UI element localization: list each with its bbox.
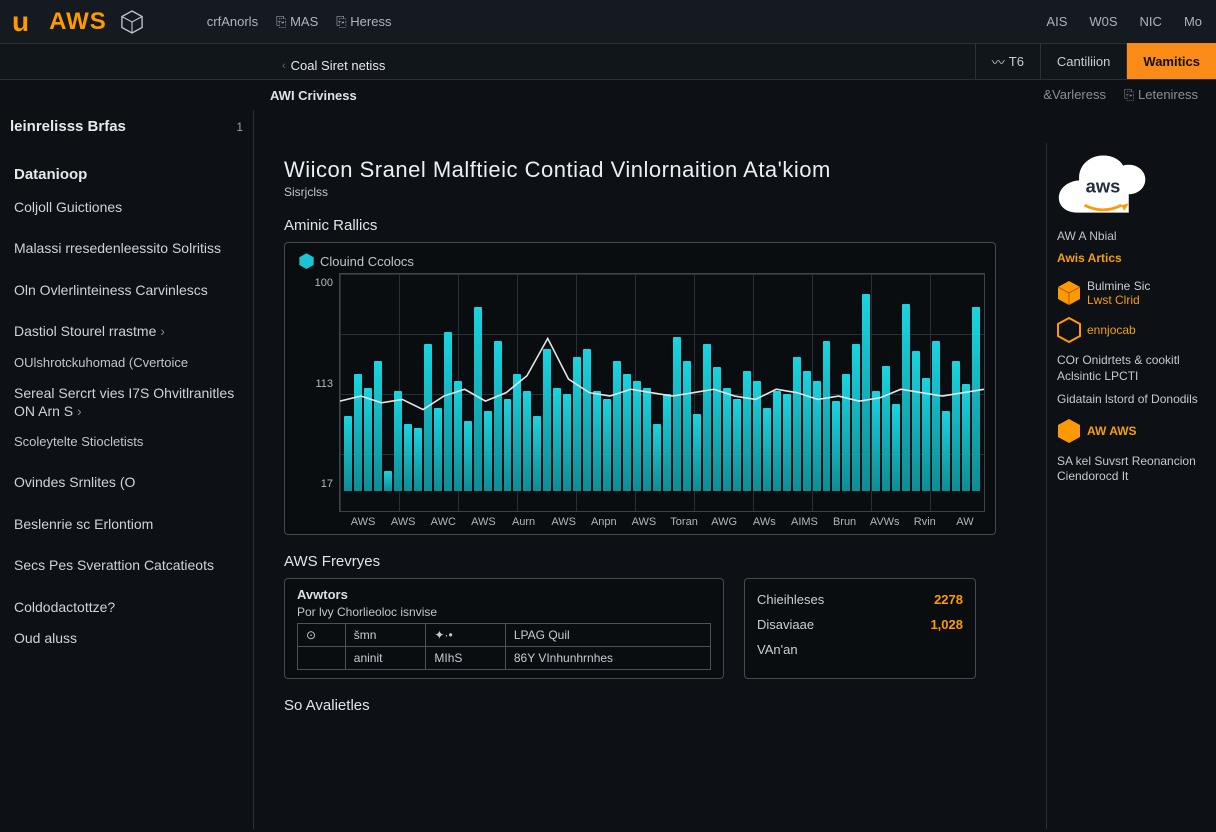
rail-text: COr Onidrtets & cookitl Aclsintic LPCTI (1057, 353, 1206, 384)
tab-trend[interactable]: 〰 T6 (975, 43, 1040, 79)
right-rail: aws AW A Nbial Awis Artics Bulmine SicLw… (1046, 143, 1216, 829)
header-bar: u AWS crfAnorls ⎘ MAS ⎘ Heress AIS W0S N… (0, 0, 1216, 44)
tab-bar: ‹ Coal Siret netiss 〰 T6 Cantiliion Wami… (0, 44, 1216, 80)
topnav-item[interactable]: crfAnorls (207, 14, 258, 30)
card-avwtors: Avwtors Por lvy Chorlieoloc isnvise ⊙šmn… (284, 578, 724, 679)
rail-service-item[interactable]: AW AWS (1057, 418, 1206, 444)
svg-text:aws: aws (1086, 175, 1121, 196)
page-title: Wiicon Sranel Malftieic Contiad Vinlorna… (284, 157, 1034, 183)
topnav-item[interactable]: ⎘ Heress (336, 14, 391, 30)
util-row: AWI Criviness &Varleress ⎘ Leteniress (0, 80, 1216, 110)
kv-row: Chieihleses2278 (757, 587, 963, 612)
sidebar-item[interactable]: Malassi rresedenleessito Solritiss (10, 233, 245, 265)
hex-icon (121, 10, 143, 34)
util-link[interactable]: ⎘ Leteniress (1124, 87, 1198, 103)
aws-cloud-icon: aws (1057, 155, 1149, 215)
rail-service-item[interactable]: Bulmine SicLwst Clrid (1057, 279, 1206, 307)
chart-xaxis: AWSAWSAWCAWSAurnAWSAnpnAWSToranAWGAWsAIM… (299, 516, 985, 528)
sidebar-item[interactable]: Secs Pes Sverattion Catcatieots (10, 550, 245, 582)
brand-u-logo: u (6, 6, 35, 38)
rail-link[interactable]: AW A Nbial (1057, 225, 1206, 247)
trend-icon: 〰 (992, 52, 1005, 71)
topnav-right-item[interactable]: Mo (1184, 14, 1202, 29)
tab-wamitics[interactable]: Wamitics (1126, 43, 1216, 79)
topnav-item[interactable]: ⎘ MAS (276, 14, 318, 30)
card-head: Avwtors (297, 587, 711, 602)
chart-title: Clouind Ccolocs (299, 253, 985, 269)
sidebar-item[interactable]: Ovindes Srnlites (O (10, 467, 245, 499)
tab-primary[interactable]: ‹ Coal Siret netiss (270, 52, 397, 79)
util-link[interactable]: &Varleress (1043, 87, 1106, 103)
sidebar-item[interactable]: Datanioop (10, 159, 245, 192)
rail-text: Gidatain lstord of Donodils (1057, 392, 1206, 408)
topnav-right-item[interactable]: AIS (1046, 14, 1067, 29)
cube-icon (1057, 418, 1081, 444)
tab-cantilion[interactable]: Cantiliion (1040, 43, 1126, 79)
section-title-next: So Avalietles (284, 697, 1034, 714)
hex-icon (299, 253, 314, 269)
table-row: aninitMIhS86Y VInhunhrnhes (298, 647, 711, 670)
sidebar-header: leinrelisss Brfas (10, 118, 126, 135)
chart-plot[interactable] (339, 273, 985, 512)
sidebar-item-expandable[interactable]: Dastiol Stourel rrastme (10, 316, 245, 348)
sidebar-item[interactable]: Coljoll Guictiones (10, 192, 245, 224)
sidebar-item[interactable]: Beslenrie sc Erlontiom (10, 509, 245, 541)
main-content: Wiicon Sranel Malftieic Contiad Vinlorna… (254, 143, 1046, 829)
rail-link[interactable]: Awis Artics (1057, 247, 1206, 269)
sidebar-item[interactable]: Oud aluss (10, 623, 245, 655)
chart-yaxis: 100 113 17 (299, 273, 339, 512)
chevron-left-icon: ‹ (282, 60, 286, 72)
kv-row: Disaviaae1,028 (757, 612, 963, 637)
section-title-metrics: Aminic Rallics (284, 217, 1034, 234)
sidebar-badge: 1 (236, 120, 243, 134)
cube-icon (1057, 317, 1081, 343)
card-stats: Chieihleses2278 Disaviaae1,028 VAn'an (744, 578, 976, 679)
kv-row: VAn'an (757, 637, 963, 662)
sidebar-item[interactable]: Coldodactottze? (10, 592, 245, 624)
sidebar-item[interactable]: Oln Ovlerlinteiness Carvinlescs (10, 275, 245, 307)
mini-table: ⊙šmn✦·•LPAG Quil aninitMIhS86Y VInhunhrn… (297, 623, 711, 670)
page-subtitle: Sisrjclss (284, 185, 1034, 199)
sidebar-item[interactable]: Scoleytelte Stiocletists (10, 427, 245, 457)
topnav-right-item[interactable]: NIC (1140, 14, 1162, 29)
topnav-right-item[interactable]: W0S (1089, 14, 1117, 29)
sidebar-item[interactable]: OUlshrotckuhomad (Cvertoice (10, 348, 245, 378)
util-left: AWI Criviness (270, 88, 357, 103)
sidebar: Datanioop Coljoll Guictiones Malassi rre… (0, 143, 254, 829)
rail-service-item[interactable]: ennjocab (1057, 317, 1206, 343)
brand-aws-text: AWS (49, 8, 107, 36)
table-row: ⊙šmn✦·•LPAG Quil (298, 624, 711, 647)
card-sub: Por lvy Chorlieoloc isnvise (297, 605, 711, 619)
sidebar-item-expandable[interactable]: Sereal Sercrt vies I7S Ohvitlranitles ON… (10, 378, 245, 427)
chart-card: Clouind Ccolocs 100 113 17 AWSAWSAWCAWSA… (284, 242, 996, 535)
rail-text: SA kel Suvsrt Reonancion Ciendorocd It (1057, 454, 1206, 485)
section-title-frevryes: AWS Frevryes (284, 553, 1034, 570)
cube-icon (1057, 280, 1081, 306)
